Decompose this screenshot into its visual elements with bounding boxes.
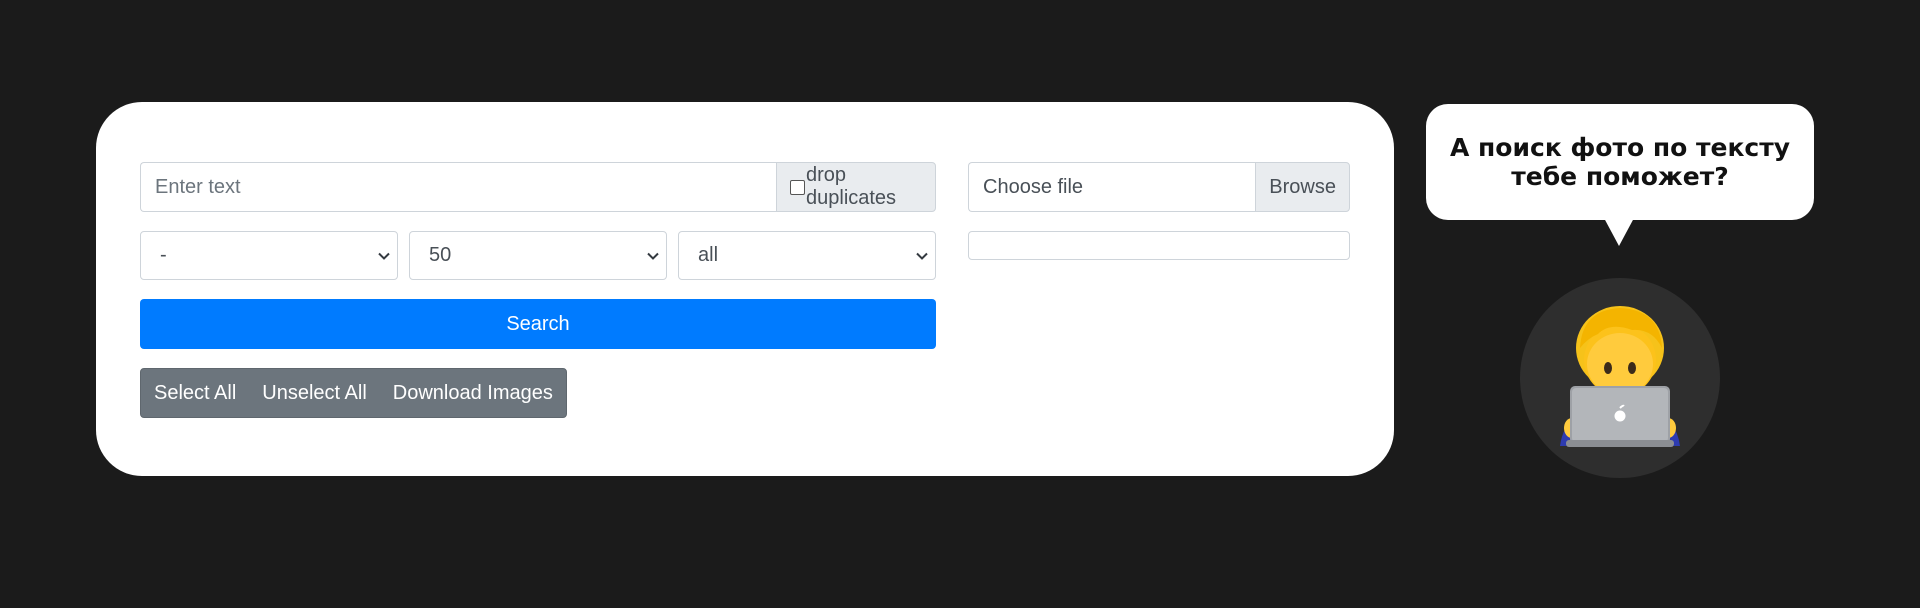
- drop-duplicates-checkbox[interactable]: [790, 179, 805, 195]
- unselect-all-button[interactable]: Unselect All: [249, 369, 380, 417]
- search-input[interactable]: [140, 162, 776, 212]
- category-select[interactable]: -: [140, 231, 398, 280]
- promo-speech-bubble: А поиск фото по тексту тебе поможет?: [1426, 104, 1814, 220]
- search-panel: drop duplicates - 50 all Search Select A…: [96, 102, 1394, 476]
- chevron-down-icon: [378, 252, 390, 260]
- download-images-button[interactable]: Download Images: [380, 369, 566, 417]
- browse-button[interactable]: Browse: [1255, 162, 1350, 212]
- promo-line-2: тебе поможет?: [1511, 162, 1729, 191]
- speech-bubble-tail: [1604, 218, 1634, 246]
- file-input[interactable]: Choose file: [968, 162, 1256, 212]
- person-with-laptop-icon: [1560, 306, 1680, 447]
- avatar: [1520, 278, 1720, 478]
- promo-line-1: А поиск фото по тексту: [1449, 133, 1791, 162]
- drop-duplicates-toggle[interactable]: drop duplicates: [776, 162, 936, 212]
- category-select-value: -: [160, 244, 167, 266]
- count-select-value: 50: [429, 244, 452, 266]
- count-select[interactable]: 50: [409, 231, 667, 280]
- selection-actions: Select All Unselect All Download Images: [140, 368, 567, 418]
- file-preview-field: [968, 231, 1350, 260]
- chevron-down-icon: [916, 252, 928, 260]
- select-all-button[interactable]: Select All: [141, 369, 249, 417]
- chevron-down-icon: [647, 252, 659, 260]
- text-search-group: drop duplicates: [140, 162, 936, 212]
- scope-select-value: all: [698, 244, 719, 266]
- drop-duplicates-label: drop duplicates: [806, 164, 897, 209]
- search-button[interactable]: Search: [140, 299, 936, 349]
- scope-select[interactable]: all: [678, 231, 936, 280]
- file-upload-group: Choose file Browse: [968, 162, 1350, 212]
